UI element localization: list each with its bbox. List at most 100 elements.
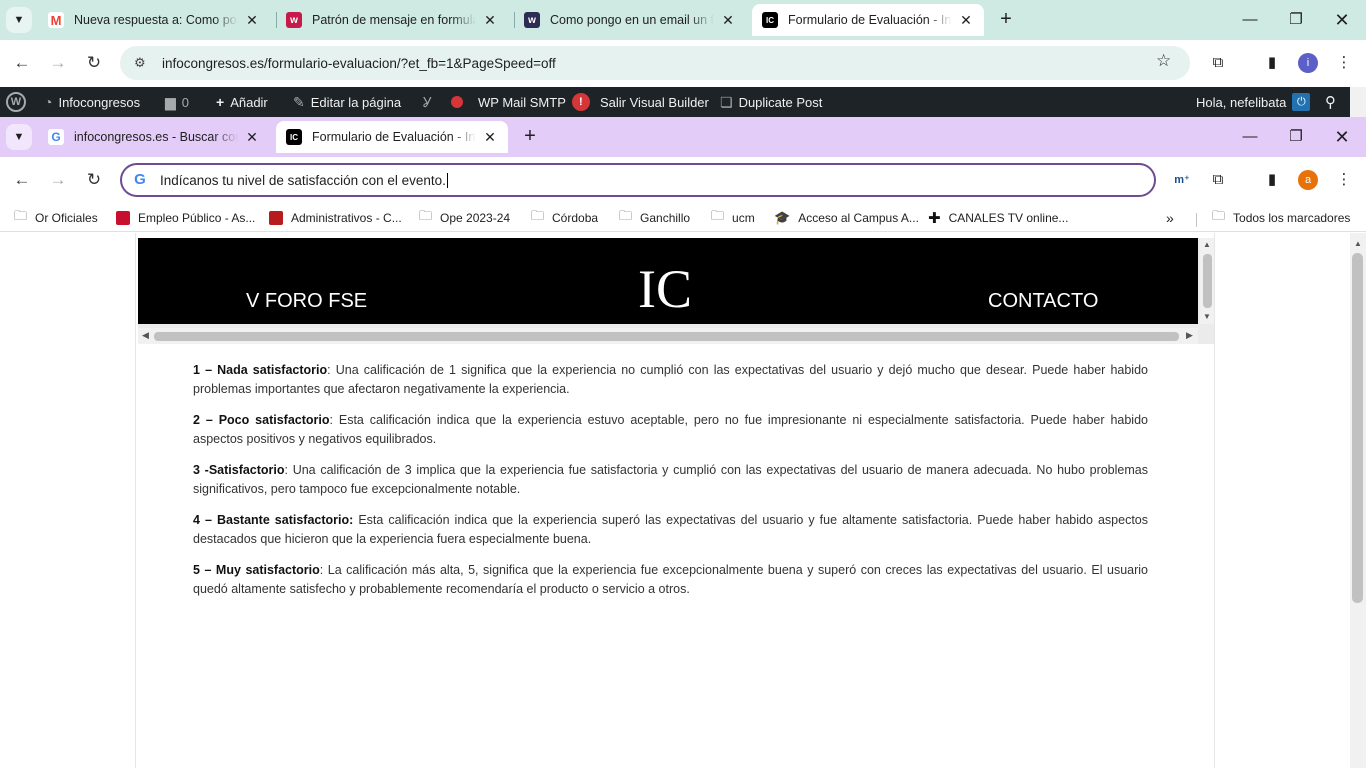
close-icon[interactable]: ✕ [244,12,260,29]
side-panel-icon[interactable]: ▮ [1260,168,1284,192]
side-panel-icon[interactable]: ▮ [1260,51,1284,75]
tab-title: Formulario de Evaluación - Info [788,13,952,27]
bookmark-star-icon[interactable]: ☆ [1156,51,1171,71]
pencil-icon: ✎ [293,93,305,110]
outer-tab-como-pongo[interactable]: w Como pongo en un email un fo ✕ [514,4,746,36]
site-favicon-icon: IC [762,12,778,28]
all-bookmarks-folder[interactable]: 🗀 Todos los marcadores [1212,208,1350,227]
bookmark-folder[interactable]: 🗀 ucm [711,208,755,227]
forward-arrow-icon[interactable]: → [46,168,70,192]
profile-avatar[interactable]: i [1298,53,1318,73]
duplicate-post-link[interactable]: ❏ Duplicate Post [720,87,822,117]
scroll-left-arrow-icon[interactable]: ◀ [142,330,149,341]
scroll-up-arrow-icon[interactable]: ▲ [1203,240,1211,249]
wp-bar-scrollbar[interactable] [1350,87,1366,117]
outer-tab-patron[interactable]: w Patrón de mensaje en formulari ✕ [276,4,508,36]
reload-icon[interactable]: ↻ [82,51,106,75]
embedded-header-frame: V FORO FSE IC CONTACTO ▲ ▼ ◀ ▶ [138,238,1214,344]
tab-title: infocongresos.es - Buscar con G [74,130,238,144]
close-window-icon[interactable]: ✕ [1330,125,1354,149]
tab-search-chevron-icon[interactable]: ▼ [6,7,32,33]
scroll-up-arrow-icon[interactable]: ▲ [1354,239,1362,248]
page-body: V FORO FSE IC CONTACTO ▲ ▼ ◀ ▶ 1 – Nada … [135,233,1215,768]
page-vertical-scrollbar[interactable]: ▲ [1350,233,1366,768]
nav-link-v-foro-fse[interactable]: V FORO FSE [246,290,367,313]
outer-tab-gmail[interactable]: M Nueva respuesta a: Como pong ✕ [38,4,270,36]
menu-kebab-icon[interactable]: ⋮ [1332,168,1356,192]
bookmarks-divider [1196,213,1197,227]
inner-toolbar: ← → ↻ G Indícanos tu nivel de satisfacci… [0,157,1366,204]
profile-avatar[interactable]: a [1298,170,1318,190]
scroll-right-arrow-icon[interactable]: ▶ [1186,330,1193,341]
scrollbar-thumb[interactable] [1352,253,1363,603]
inner-tab-formulario[interactable]: IC Formulario de Evaluación - Info ✕ [276,121,508,153]
bookmark-link[interactable]: 🎓 Acceso al Campus A... [774,209,919,227]
wp-edit-page[interactable]: ✎ Editar la página [293,87,401,117]
close-icon[interactable]: ✕ [720,12,736,29]
close-icon[interactable]: ✕ [244,129,260,146]
movistar-extension-icon[interactable]: m⁺ [1170,168,1194,192]
tab-title: Patrón de mensaje en formulari [312,13,476,27]
yoast-icon[interactable]: Ỿ [423,87,431,117]
restore-icon[interactable]: ❐ [1284,125,1308,149]
bookmark-link[interactable]: Administrativos - C... [269,209,402,227]
wordpress-logo-icon[interactable]: W [6,87,26,117]
seo-status-dot[interactable] [451,87,463,117]
search-icon[interactable]: ⚲ [1325,87,1336,117]
back-arrow-icon[interactable]: ← [10,51,34,75]
rating-item: 4 – Bastante satisfactorio: Esta calific… [193,513,1148,546]
rating-item: 1 – Nada satisfactorio: Una calificación… [193,363,1148,396]
scrollbar-thumb[interactable] [1203,254,1212,308]
inner-address-bar[interactable]: G Indícanos tu nivel de satisfacción con… [120,163,1156,197]
plus-icon: + [216,94,225,110]
close-icon[interactable]: ✕ [482,129,498,146]
menu-kebab-icon[interactable]: ⋮ [1332,51,1356,75]
new-tab-plus-icon[interactable]: + [994,8,1018,32]
site-logo[interactable]: IC [638,260,692,318]
exit-visual-builder[interactable]: Salir Visual Builder [600,87,709,117]
more-bookmarks-chevron-icon[interactable]: » [1166,209,1174,227]
bookmark-link[interactable]: ✚ CANALES TV online... [928,209,1068,227]
frame-horizontal-scrollbar[interactable]: ◀ ▶ [138,328,1198,344]
bookmark-folder[interactable]: 🗀 Ope 2023-24 [419,208,510,227]
nav-link-contacto[interactable]: CONTACTO [988,290,1098,313]
wp-account-menu[interactable]: Hola, nefelibata ⏻ [1196,87,1311,117]
outer-address-bar[interactable]: ⚙ infocongresos.es/formulario-evaluacion… [120,46,1190,80]
wp-add-new[interactable]: + Añadir [216,87,268,117]
close-icon[interactable]: ✕ [482,12,498,29]
google-g-icon: G [134,171,146,188]
wp-site-link[interactable]: ◔ Infocongresos [44,87,140,117]
bookmark-link[interactable]: Empleo Público - As... [116,209,255,227]
close-window-icon[interactable]: ✕ [1330,8,1354,32]
wp-mail-smtp-link[interactable]: WP Mail SMTP ! [478,87,590,117]
smtp-alert-badge: ! [571,93,590,111]
gmail-icon: M [48,12,64,28]
close-icon[interactable]: ✕ [958,12,974,29]
extensions-puzzle-icon[interactable]: ⧉ [1206,168,1230,192]
tab-title: Nueva respuesta a: Como pong [74,13,238,27]
back-arrow-icon[interactable]: ← [10,168,34,192]
graduation-cap-icon: 🎓 [774,210,791,225]
bookmark-folder[interactable]: 🗀 Ganchillo [619,208,690,227]
scrollbar-thumb[interactable] [154,332,1179,341]
bookmark-folder[interactable]: 🗀 Or Oficiales [14,208,98,227]
minimize-icon[interactable]: — [1238,8,1262,32]
folder-icon: 🗀 [14,208,28,223]
tab-search-chevron-icon[interactable]: ▼ [6,124,32,150]
inner-tab-google[interactable]: G infocongresos.es - Buscar con G ✕ [38,121,270,153]
restore-icon[interactable]: ❐ [1284,8,1308,32]
tab-title: Formulario de Evaluación - Info [312,130,476,144]
reload-icon[interactable]: ↻ [82,168,106,192]
forward-arrow-icon[interactable]: → [46,51,70,75]
extensions-puzzle-icon[interactable]: ⧉ [1206,51,1230,75]
frame-vertical-scrollbar[interactable]: ▲ ▼ [1200,238,1214,324]
tab-title: Como pongo en un email un fo [550,13,714,27]
new-tab-plus-icon[interactable]: + [518,125,542,149]
site-settings-icon[interactable]: ⚙ [134,55,152,71]
bookmark-folder[interactable]: 🗀 Córdoba [531,208,598,227]
rating-item: 3 -Satisfactorio: Una calificación de 3 … [193,463,1148,496]
outer-tab-formulario[interactable]: IC Formulario de Evaluación - Info ✕ [752,4,984,36]
minimize-icon[interactable]: — [1238,125,1262,149]
wp-comments-link[interactable]: ▆ 0 [165,87,189,117]
scroll-down-arrow-icon[interactable]: ▼ [1203,312,1211,321]
